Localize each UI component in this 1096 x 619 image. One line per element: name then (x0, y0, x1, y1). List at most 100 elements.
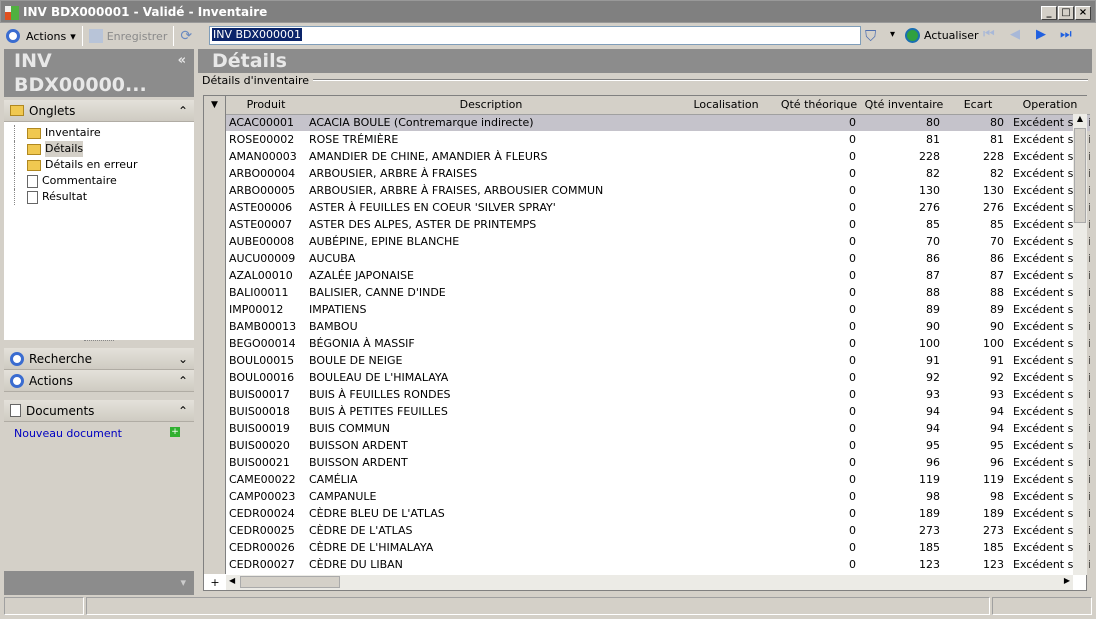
table-row[interactable]: AUBE00008 AUBÉPINE, EPINE BLANCHE 0 70 70 Exc… (226, 233, 1090, 250)
table-row[interactable]: BALI00011 BALISIER, CANNE D'INDE 0 88 88 Excé… (226, 284, 1090, 301)
actions-label: Actions (26, 29, 67, 43)
table-row[interactable]: ASTE00006 ASTER À FEUILLES EN COEUR 'SILV… (226, 199, 1090, 216)
splitter[interactable] (4, 392, 194, 400)
table-row[interactable]: ACAC00001 ACACIA BOULE (Contremarque indi… (226, 114, 1090, 131)
table-row[interactable]: BAMB00013BAMBOU09090Excédent sur inventa… (226, 318, 1090, 335)
horizontal-scroll-thumb[interactable] (240, 576, 340, 588)
tree-item-details-en-erreur[interactable]: Détails en erreur (14, 157, 194, 173)
column-header[interactable]: Qté inventaire (862, 96, 946, 115)
table-row[interactable]: BOUL00016 BOULEAU DE L'HIMALAYA 0 92 92 Excéd… (226, 369, 1090, 386)
table-cell: 276 (983, 201, 1004, 214)
table-cell (676, 556, 776, 573)
next-record-icon[interactable]: ▶ (1036, 27, 1046, 42)
collapse-up-icon[interactable]: ⌃ (178, 404, 188, 418)
column-chooser-icon[interactable]: ▼ (204, 96, 225, 114)
table-cell: IMP00012 (229, 303, 284, 316)
collapse-up-icon[interactable]: ⌃ (178, 374, 188, 388)
maximize-button[interactable]: □ (1058, 6, 1074, 20)
table-row[interactable]: CEDR00027CÈDRE DU LIBAN0123123Excédent s… (226, 556, 1090, 573)
table-row[interactable]: CAME00022CAMÉLIA0119119Excédent sur inve… (226, 471, 1090, 488)
column-header[interactable]: Localisation (676, 96, 776, 115)
scroll-left-icon[interactable]: ◀ (229, 576, 235, 585)
column-header[interactable]: Operation (1010, 96, 1090, 115)
sync-icon[interactable]: ⟳ (180, 28, 192, 44)
filter-icon[interactable]: ⛉ (865, 27, 876, 45)
horizontal-scrollbar[interactable]: ◀ ▶ (226, 575, 1073, 590)
new-document-link[interactable]: Nouveau document (14, 427, 122, 440)
vertical-scrollbar[interactable]: ▲ (1073, 114, 1087, 575)
documents-label: Documents (26, 403, 95, 418)
collapse-up-icon[interactable]: ⌃ (178, 104, 188, 118)
column-header[interactable]: Produit (226, 96, 306, 115)
actions-menu-button[interactable]: Actions ▾ (20, 25, 82, 47)
splitter[interactable] (84, 340, 114, 348)
tree-item-commentaire[interactable]: Commentaire (14, 173, 194, 189)
first-record-icon[interactable]: ⏮ (983, 27, 995, 42)
table-cell: CEDR00027 (229, 558, 295, 571)
add-row-button[interactable]: + (204, 575, 226, 590)
minimize-button[interactable]: _ (1041, 6, 1057, 20)
app-menu-icon[interactable] (6, 29, 20, 43)
table-cell: ACAC00001 (226, 114, 306, 131)
tree-item-inventaire[interactable]: Inventaire (14, 125, 194, 141)
column-header[interactable]: Qté théorique (776, 96, 862, 115)
table-row[interactable]: BOUL00015BOULE DE NEIGE09191Excédent sur… (226, 352, 1090, 369)
table-cell: AUBE00008 (229, 235, 295, 248)
table-row[interactable]: BUIS00020BUISSON ARDENT09595Excédent sur… (226, 437, 1090, 454)
table-row[interactable]: ASTE00007 ASTER DES ALPES, ASTER DE PRINT… (226, 216, 1090, 233)
column-header[interactable]: Ecart (946, 96, 1010, 115)
table-cell: 91 (990, 354, 1004, 367)
panel-footer-dropdown-icon[interactable]: ▾ (4, 571, 194, 595)
scroll-right-icon[interactable]: ▶ (1064, 576, 1070, 585)
folder-open-icon (27, 143, 41, 155)
table-cell (676, 386, 776, 403)
table-row[interactable]: BUIS00019BUIS COMMUN09494Excédent sur in… (226, 420, 1090, 437)
table-row[interactable]: ARBO00005 ARBOUSIER, ARBRE À FRAISES, ARB… (226, 182, 1090, 199)
vertical-scroll-thumb[interactable] (1074, 128, 1086, 223)
expand-down-icon[interactable]: ⌄ (178, 352, 188, 366)
last-record-icon[interactable]: ⏭ (1060, 27, 1072, 42)
tree-item-details[interactable]: Détails (14, 141, 194, 157)
recherche-header[interactable]: Recherche ⌄ (4, 348, 194, 370)
filter-dropdown-icon[interactable]: ▾ (890, 29, 895, 40)
add-icon[interactable]: + (170, 427, 180, 437)
table-cell: 0 (849, 456, 856, 469)
table-cell: BUIS00017 (229, 388, 290, 401)
close-button[interactable]: × (1075, 6, 1091, 20)
scroll-up-icon[interactable]: ▲ (1073, 114, 1087, 128)
table-cell: 0 (849, 490, 856, 503)
table-cell: AUCUBA (309, 252, 356, 265)
save-button[interactable]: Enregistrer (83, 25, 174, 47)
new-document-row: Nouveau document + (4, 422, 194, 440)
table-row[interactable]: AMAN00003 AMANDIER DE CHINE, AMANDIER À F… (226, 148, 1090, 165)
record-search-input[interactable]: INV BDX000001 (209, 26, 861, 45)
table-cell: 0 (849, 371, 856, 384)
refresh-button[interactable]: Actualiser (905, 28, 979, 43)
tree-item-resultat[interactable]: Résultat (14, 189, 194, 205)
column-header[interactable]: Description (306, 96, 676, 115)
table-row[interactable]: ARBO00004 ARBOUSIER, ARBRE À FRAISES 0 82 82… (226, 165, 1090, 182)
table-row[interactable]: BUIS00017 BUIS À FEUILLES RONDES 0 93 93 Excé… (226, 386, 1090, 403)
table-row[interactable]: ROSE00002ROSE TRÉMIÈRE08181Excédent sur … (226, 131, 1090, 148)
table-cell (676, 505, 776, 522)
table-row[interactable]: AUCU00009AUCUBA08686Excédent sur inventa… (226, 250, 1090, 267)
table-row[interactable]: BUIS00018 BUIS À PETITES FEUILLES 0 94 94 Exc… (226, 403, 1090, 420)
table-row[interactable]: CEDR00024 CÈDRE BLEU DE L'ATLAS 0 189 189 Exc… (226, 505, 1090, 522)
table-row[interactable]: IMP00012IMPATIENS08989Excédent sur inven… (226, 301, 1090, 318)
table-row[interactable]: CEDR00026 CÈDRE DE L'HIMALAYA 0 185 185 Excéd… (226, 539, 1090, 556)
table-row[interactable]: CEDR00025 CÈDRE DE L'ATLAS 0 273 273 Excédent… (226, 522, 1090, 539)
previous-record-icon[interactable]: ◀ (1010, 27, 1020, 42)
table-cell: 92 (990, 371, 1004, 384)
table-row[interactable]: CAMP00023CAMPANULE09898Excédent sur inve… (226, 488, 1090, 505)
actions-header[interactable]: Actions ⌃ (4, 370, 194, 392)
table-cell: BALI00011 (229, 286, 289, 299)
table-cell: BAMBOU (309, 320, 358, 333)
table-row[interactable]: BUIS00021BUISSON ARDENT09696Excédent sur… (226, 454, 1090, 471)
table-row[interactable]: BEGO00014 BÉGONIA À MASSIF 0 100 100 Excédent… (226, 335, 1090, 352)
table-cell: CEDR00026 (229, 541, 295, 554)
onglets-header[interactable]: Onglets ⌃ (4, 100, 194, 122)
table-cell: 119 (983, 473, 1004, 486)
collapse-panel-button[interactable]: « (178, 49, 186, 97)
documents-header[interactable]: Documents ⌃ (4, 400, 194, 422)
table-row[interactable]: AZAL00010AZALÉE JAPONAISE08787Excédent s… (226, 267, 1090, 284)
